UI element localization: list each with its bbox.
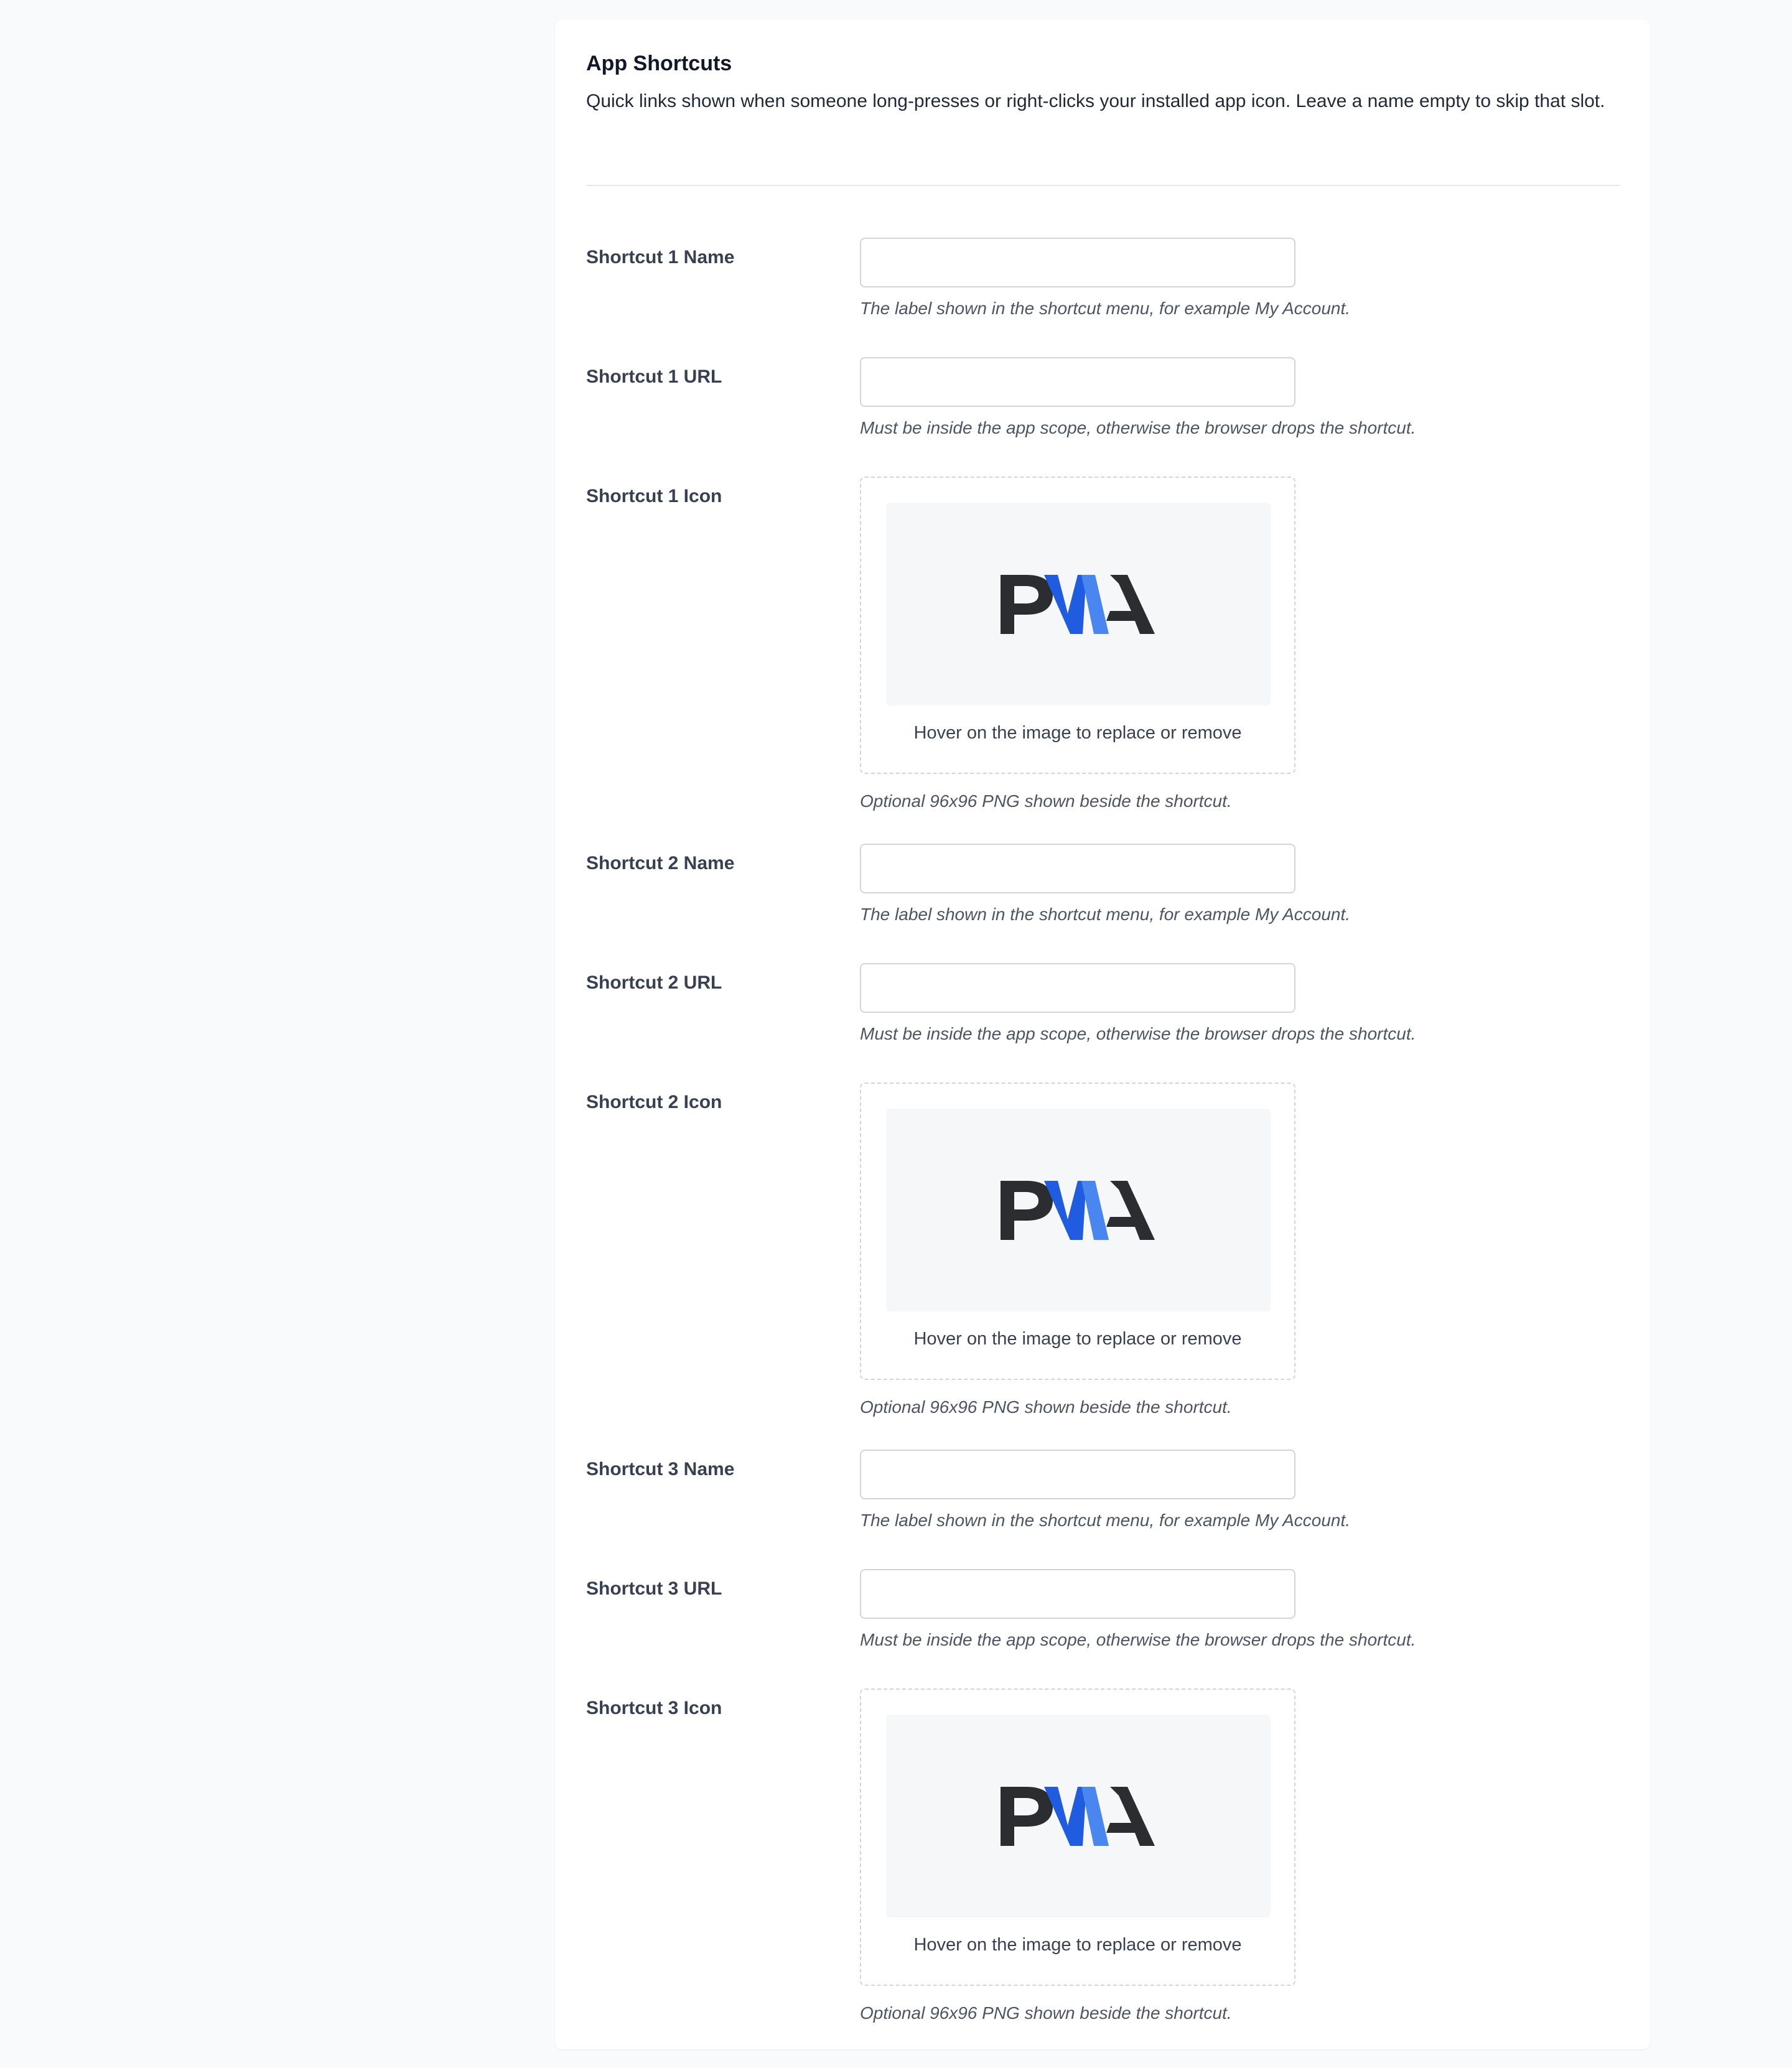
pwa-logo-image <box>1001 574 1155 634</box>
shortcut-2-icon-row: Shortcut 2 Icon Hover on the image to re… <box>586 1083 1619 1450</box>
shortcut-2-icon-label: Shortcut 2 Icon <box>586 1092 722 1112</box>
pwa-logo-image <box>1001 1786 1155 1846</box>
settings-card: App Shortcuts Quick links shown when som… <box>555 20 1650 2049</box>
shortcut-3-icon-help: Optional 96x96 PNG shown beside the shor… <box>860 2003 1232 2023</box>
shortcut-3-name-label: Shortcut 3 Name <box>586 1459 735 1479</box>
shortcut-3-url-row: Shortcut 3 URL Must be inside the app sc… <box>586 1569 1619 1688</box>
shortcut-1-icon-row: Shortcut 1 Icon Hover on the image to re… <box>586 477 1619 844</box>
shortcut-2-url-help: Must be inside the app scope, otherwise … <box>860 1024 1416 1043</box>
shortcut-3-name-row: Shortcut 3 Name The label shown in the s… <box>586 1450 1619 1569</box>
shortcut-fields: Shortcut 1 Name The label shown in the s… <box>586 238 1619 2056</box>
shortcut-1-url-input[interactable] <box>860 357 1295 407</box>
shortcut-1-icon-help: Optional 96x96 PNG shown beside the shor… <box>860 791 1232 811</box>
shortcut-3-icon-uploader[interactable]: Hover on the image to replace or remove <box>860 1688 1295 1986</box>
section-title: App Shortcuts <box>586 52 732 75</box>
shortcut-3-icon-label: Shortcut 3 Icon <box>586 1698 722 1718</box>
section-description: Quick links shown when someone long-pres… <box>586 91 1605 111</box>
shortcut-2-name-label: Shortcut 2 Name <box>586 853 735 873</box>
shortcut-1-url-help: Must be inside the app scope, otherwise … <box>860 418 1416 437</box>
shortcut-1-url-row: Shortcut 1 URL Must be inside the app sc… <box>586 357 1619 477</box>
shortcut-2-url-input[interactable] <box>860 963 1295 1013</box>
shortcut-2-url-row: Shortcut 2 URL Must be inside the app sc… <box>586 963 1619 1083</box>
shortcut-2-icon-caption: Hover on the image to replace or remove <box>913 1329 1242 1349</box>
shortcut-3-name-help: The label shown in the shortcut menu, fo… <box>860 1511 1351 1530</box>
shortcut-3-icon-row: Shortcut 3 Icon Hover on the image to re… <box>586 1688 1619 2056</box>
shortcut-2-icon-control: Hover on the image to replace or remove … <box>860 1083 1295 1420</box>
shortcut-1-icon-control: Hover on the image to replace or remove … <box>860 477 1295 814</box>
shortcut-3-icon-preview[interactable] <box>886 1715 1271 1917</box>
shortcut-3-name-input[interactable] <box>860 1450 1295 1499</box>
shortcut-2-name-input[interactable] <box>860 844 1295 893</box>
shortcut-3-name-control: The label shown in the shortcut menu, fo… <box>860 1450 1351 1533</box>
shortcut-2-name-row: Shortcut 2 Name The label shown in the s… <box>586 844 1619 963</box>
shortcut-3-icon-control: Hover on the image to replace or remove … <box>860 1688 1295 2026</box>
shortcut-2-url-control: Must be inside the app scope, otherwise … <box>860 963 1416 1046</box>
shortcut-3-url-control: Must be inside the app scope, otherwise … <box>860 1569 1416 1652</box>
shortcut-2-name-control: The label shown in the shortcut menu, fo… <box>860 844 1351 927</box>
shortcut-1-name-row: Shortcut 1 Name The label shown in the s… <box>586 238 1619 357</box>
shortcut-1-name-label: Shortcut 1 Name <box>586 247 735 268</box>
shortcut-3-url-input[interactable] <box>860 1569 1295 1619</box>
shortcut-3-url-help: Must be inside the app scope, otherwise … <box>860 1630 1416 1649</box>
shortcut-1-url-control: Must be inside the app scope, otherwise … <box>860 357 1416 440</box>
shortcut-2-url-label: Shortcut 2 URL <box>586 972 722 993</box>
shortcut-2-name-help: The label shown in the shortcut menu, fo… <box>860 905 1351 924</box>
shortcut-1-name-control: The label shown in the shortcut menu, fo… <box>860 238 1351 321</box>
shortcut-3-icon-caption: Hover on the image to replace or remove <box>913 1935 1242 1955</box>
shortcut-1-icon-label: Shortcut 1 Icon <box>586 486 722 506</box>
shortcut-1-name-help: The label shown in the shortcut menu, fo… <box>860 299 1351 318</box>
shortcut-2-icon-uploader[interactable]: Hover on the image to replace or remove <box>860 1083 1295 1380</box>
card-header: App Shortcuts Quick links shown when som… <box>586 48 1619 116</box>
shortcut-1-icon-preview[interactable] <box>886 503 1271 706</box>
shortcut-1-icon-uploader[interactable]: Hover on the image to replace or remove <box>860 477 1295 774</box>
shortcut-1-icon-caption: Hover on the image to replace or remove <box>913 723 1242 743</box>
shortcut-2-icon-preview[interactable] <box>886 1109 1271 1311</box>
divider <box>586 185 1620 186</box>
shortcut-3-url-label: Shortcut 3 URL <box>586 1578 722 1599</box>
shortcut-1-name-input[interactable] <box>860 238 1295 287</box>
pwa-logo-image <box>1001 1180 1155 1240</box>
shortcut-2-icon-help: Optional 96x96 PNG shown beside the shor… <box>860 1397 1232 1417</box>
shortcut-1-url-label: Shortcut 1 URL <box>586 366 722 387</box>
